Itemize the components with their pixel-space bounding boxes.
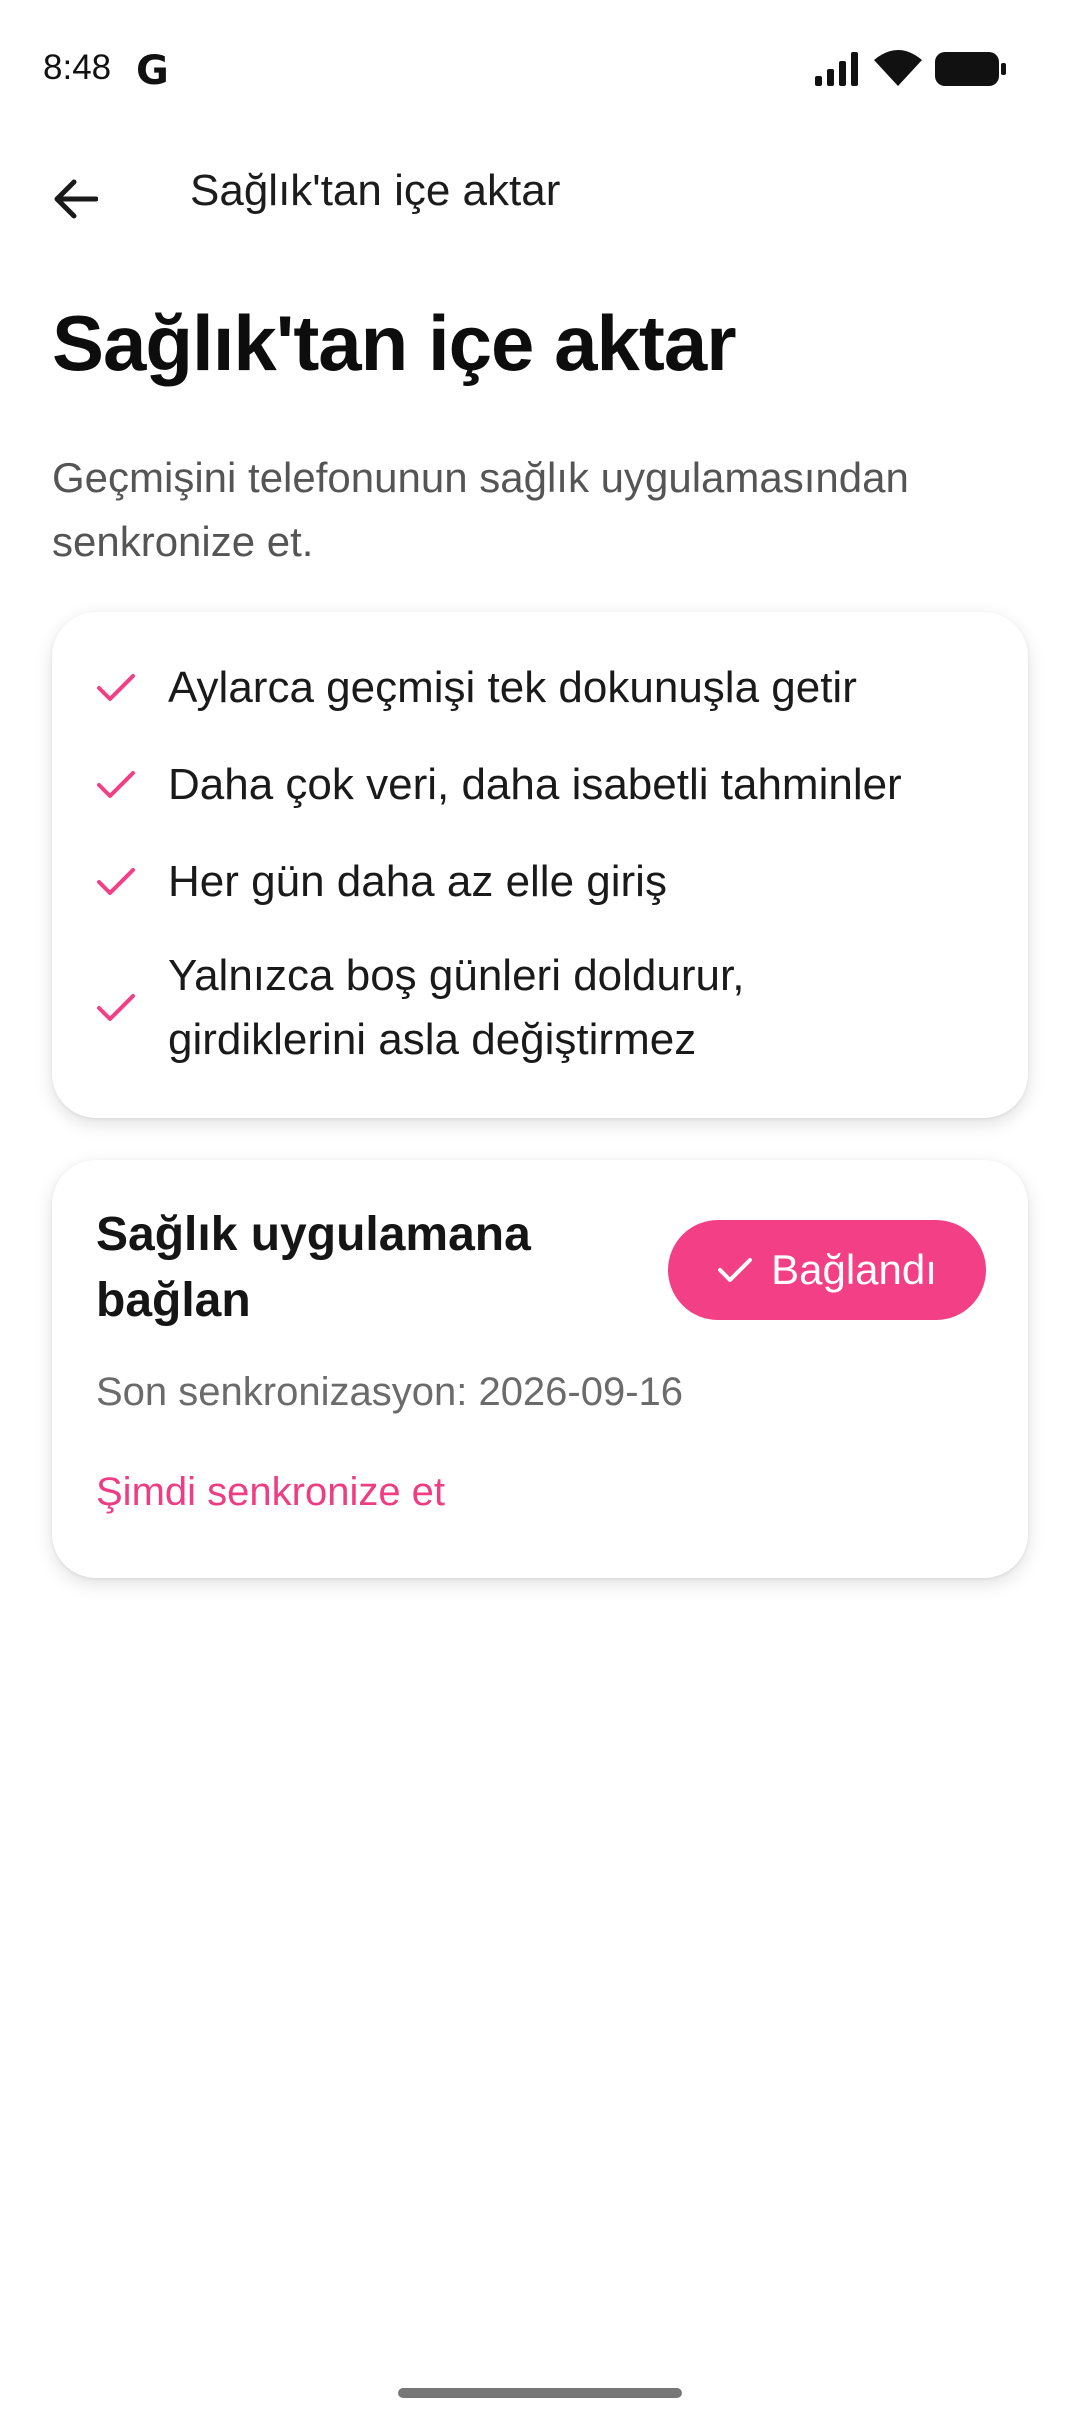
- sync-now-link[interactable]: Şimdi senkronize et: [96, 1470, 445, 1515]
- connect-card: Sağlık uygulamana bağlan Bağlandı Son se…: [52, 1160, 1028, 1578]
- status-bar: 8:48 G: [0, 0, 1080, 140]
- app-bar: Sağlık'tan içe aktar: [0, 140, 1080, 250]
- page-title: Sağlık'tan içe aktar: [52, 299, 737, 387]
- connected-button[interactable]: Bağlandı: [668, 1220, 986, 1320]
- arrow-left-icon: [54, 179, 98, 219]
- check-icon: [718, 1258, 753, 1282]
- wifi-icon: [874, 50, 922, 86]
- feature-item: Daha çok veri, daha isabetli tahminler: [52, 753, 1028, 817]
- check-icon: [97, 771, 135, 798]
- signal-icon: [815, 52, 858, 86]
- feature-item: Yalnızca boş günleri doldurur, girdikler…: [52, 944, 1028, 1072]
- page-subtitle: Geçmişini telefonunun sağlık uygulamasın…: [52, 454, 909, 565]
- check-icon: [97, 994, 135, 1021]
- features-card: Aylarca geçmişi tek dokunuşla getir Daha…: [52, 612, 1028, 1118]
- last-sync-text: Son senkronizasyon: 2026-09-16: [96, 1370, 684, 1414]
- feature-item: Aylarca geçmişi tek dokunuşla getir: [52, 656, 1028, 720]
- screen: 8:48 G Sağlık'tan içe aktar Sağlık'tan i…: [0, 0, 1080, 2424]
- feature-text: Daha çok veri, daha isabetli tahminler: [168, 760, 902, 809]
- app-bar-title: Sağlık'tan içe aktar: [190, 166, 561, 215]
- battery-icon: [935, 52, 1006, 86]
- check-icon: [97, 868, 135, 895]
- feature-text: Yalnızca boş günleri doldurur, girdikler…: [168, 951, 745, 1064]
- status-time: 8:48: [43, 48, 112, 87]
- home-indicator[interactable]: [398, 2388, 682, 2398]
- check-icon: [97, 674, 135, 701]
- connected-button-label: Bağlandı: [771, 1246, 937, 1293]
- google-icon: G: [136, 48, 169, 94]
- feature-text: Aylarca geçmişi tek dokunuşla getir: [168, 663, 857, 712]
- feature-text: Her gün daha az elle giriş: [168, 857, 667, 906]
- connect-title: Sağlık uygulamana bağlan: [96, 1208, 531, 1327]
- back-button[interactable]: [30, 164, 120, 234]
- feature-item: Her gün daha az elle giriş: [52, 850, 1028, 914]
